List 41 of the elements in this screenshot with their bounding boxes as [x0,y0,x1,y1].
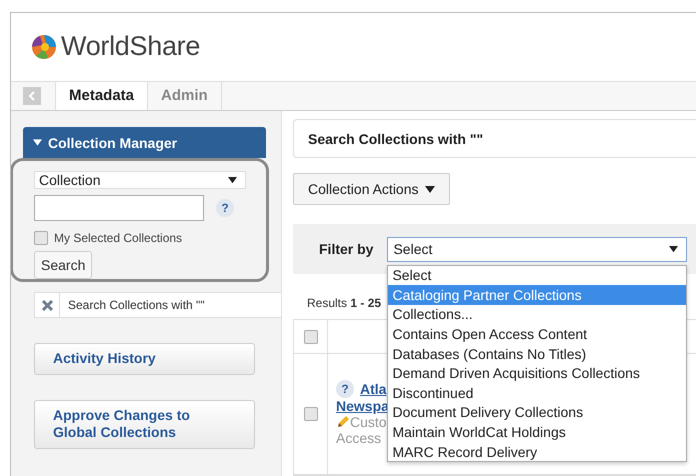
search-field[interactable] [34,195,204,221]
caret-down-icon [669,246,678,252]
filter-select[interactable]: Select [387,236,688,262]
caret-down-icon [33,139,42,146]
filter-label: Filter by [319,241,374,257]
pencil-icon[interactable] [336,415,350,429]
help-icon[interactable]: ? [216,199,234,217]
panel-header[interactable]: Collection Manager [23,127,266,158]
dropdown-option[interactable]: Document Delivery Collections [388,402,686,422]
title-link[interactable]: Atla [360,381,386,397]
actions-button[interactable]: Collection Actions [293,173,450,205]
title-link[interactable]: Newspa [336,398,389,414]
caret-down-icon [424,186,435,192]
checkbox-label: My Selected Collections [54,231,182,245]
dropdown-option[interactable]: Databases (Contains No Titles) [388,344,686,364]
collapse-icon[interactable] [23,86,41,105]
dropdown-option[interactable]: Discontinued [388,383,686,403]
results-count: Results 1 - 25 [307,296,382,310]
results-title: Search Collections with "" [293,119,696,158]
access-note: Custo [350,414,387,430]
dropdown-option[interactable]: MARC Record Delivery [388,442,686,462]
sidebar-link-button[interactable]: Activity History [34,343,255,374]
help-icon[interactable]: ? [336,380,354,398]
checkbox[interactable] [304,407,318,421]
dropdown-option[interactable]: Select [388,266,686,286]
sidebar-link-button[interactable]: Approve Changes to Global Collections [34,400,255,448]
caret-down-icon [228,176,237,184]
search-chip-text: Search Collections with "" [67,298,205,312]
checkbox[interactable] [304,330,318,344]
dropdown-option[interactable]: Contains Open Access Content [388,324,686,344]
dropdown-option[interactable]: Maintain WorldCat Holdings [388,422,686,442]
dropdown-option[interactable]: Collections... [388,304,686,324]
search-button[interactable]: Search [34,251,92,279]
panel-title: Collection Manager [48,134,178,150]
dropdown-option[interactable]: Demand Driven Acquisitions Collections [388,363,686,384]
checkbox[interactable] [34,231,48,245]
nav-tab[interactable]: Metadata [56,82,148,110]
logo-text: WorldShare [61,31,200,62]
search-type-select[interactable]: Collection [34,171,246,189]
globe-logo-icon [31,34,57,60]
access-note: Access [336,430,382,446]
